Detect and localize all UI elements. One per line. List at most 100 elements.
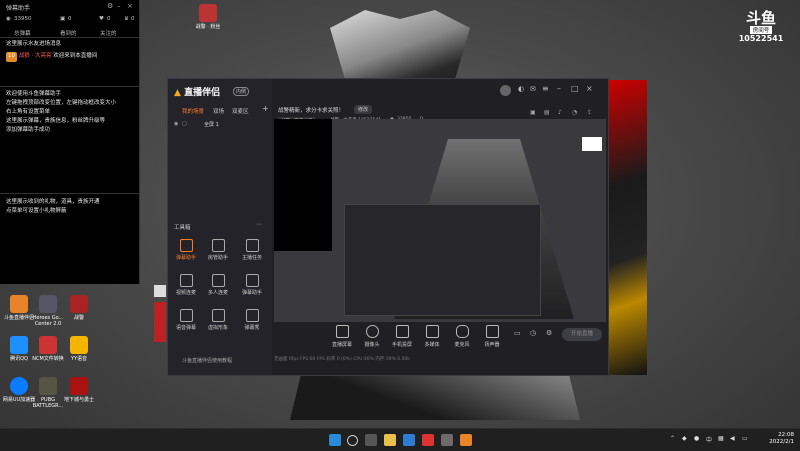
menu-icon[interactable]: ≡ xyxy=(542,84,549,93)
room-manager-icon xyxy=(211,239,225,252)
eye-icon[interactable]: ◉ xyxy=(174,121,178,127)
file-explorer-icon[interactable] xyxy=(384,434,396,446)
search-icon[interactable] xyxy=(347,435,358,446)
settings-icon[interactable]: ⚙ xyxy=(546,329,552,337)
stream-preview[interactable] xyxy=(274,119,606,322)
close-icon[interactable]: × xyxy=(586,84,593,93)
task-view-icon[interactable] xyxy=(365,434,377,446)
source-screen[interactable]: 直播屏幕 xyxy=(328,325,356,348)
list-item: 10 战狼 · 大亮亮 欢迎来到本直播间 xyxy=(6,52,97,62)
tool-virtual-avatar[interactable]: 虚拟形象 xyxy=(204,309,232,331)
settings-icon[interactable]: ⚙ xyxy=(107,2,113,10)
room-label: 房间号 xyxy=(749,26,773,34)
skin-icon[interactable]: ◐ xyxy=(518,85,524,93)
tab-seen[interactable]: 看到的 xyxy=(60,29,77,37)
side-banner xyxy=(154,302,166,342)
stat-noble: 0 xyxy=(131,16,135,22)
danmaku-user[interactable]: 战狼 · 大亮亮 xyxy=(19,53,52,59)
list-item: 添加弹幕助手成功 xyxy=(6,127,51,133)
maximize-icon[interactable]: □ xyxy=(571,84,579,93)
chevron-up-icon[interactable]: ⌃ xyxy=(670,435,675,442)
app-logo-icon: ▲ xyxy=(174,88,181,98)
system-clock[interactable]: 22:08 2022/2/1 xyxy=(769,432,794,446)
windows-start-icon[interactable] xyxy=(329,434,341,446)
tool-label: 手机投屏 xyxy=(391,342,412,348)
microphone-icon xyxy=(455,325,469,338)
edit-announcement-button[interactable]: 修改 xyxy=(354,105,373,114)
tool-label: 弹幕助手 xyxy=(175,255,196,261)
input-language[interactable]: 中 xyxy=(706,435,712,444)
desktop-icon-dnf[interactable]: 地下城与勇士 xyxy=(60,377,98,403)
danmaku-helper-panel[interactable]: 弹幕助手 ⚙ – × ◉ 33950 ▣ 0 ♥ 0 ♛ 0 总弹幕 看到的 关… xyxy=(0,0,140,284)
message-icon[interactable]: ✉ xyxy=(530,85,536,93)
close-icon[interactable]: × xyxy=(127,2,133,10)
tutorial-link[interactable]: 斗鱼直播伴侣使用教程 xyxy=(182,357,232,364)
live-companion-window[interactable]: ▲ 直播伴侣 内侧 我的场景 双场 双麦区 + ◉ ▢ 全屏 1 工具箱 ⋯ 弹… xyxy=(167,78,609,376)
source-phone-cast[interactable]: 手机投屏 xyxy=(388,325,416,348)
source-camera[interactable]: 摄像头 xyxy=(358,325,386,348)
tray-qq-icon[interactable]: ● xyxy=(694,435,699,442)
gift-icon[interactable]: ▣ xyxy=(530,109,536,116)
taskbar: ⌃ ◆ ● 中 ▦ ◀ ▭ 22:08 2022/2/1 xyxy=(0,428,800,451)
tool-streamer-tasks[interactable]: 主播任务 xyxy=(238,239,266,261)
avatar[interactable] xyxy=(500,85,511,96)
start-live-button[interactable]: 开始直播 xyxy=(562,328,602,341)
app-icon-red[interactable] xyxy=(422,434,434,446)
tool-label: 直播屏幕 xyxy=(331,342,352,348)
source-media[interactable]: 多媒体 xyxy=(418,325,446,348)
version-badge[interactable]: 内侧 xyxy=(233,87,250,96)
tab-all-danmaku[interactable]: 总弹幕 xyxy=(14,29,31,37)
app-icon-gray[interactable] xyxy=(441,434,453,446)
preview-nested-danmaku xyxy=(274,119,332,251)
tab-followed[interactable]: 关注的 xyxy=(100,29,117,37)
fan-badge: 10 xyxy=(6,52,17,62)
tool-room-manager[interactable]: 房管助手 xyxy=(204,239,232,261)
bag-icon[interactable]: ▤ xyxy=(544,109,550,116)
scene-item[interactable]: 全屏 1 xyxy=(204,121,219,128)
media-icon xyxy=(425,325,439,338)
volume-icon[interactable]: ◀ xyxy=(730,435,735,442)
uu-accelerator-icon xyxy=(10,377,28,395)
more-icon[interactable]: ⋯ xyxy=(256,221,262,228)
douyu-room-logo: 斗鱼 房间号 10522541 xyxy=(736,10,786,43)
tool-danmaku-helper[interactable]: 弹幕助手 xyxy=(172,239,200,261)
desktop-icon-yy[interactable]: YY语音 xyxy=(60,336,98,362)
viewer-icon: ◉ xyxy=(6,16,11,22)
minimize-icon[interactable]: – xyxy=(117,2,121,10)
bell-icon[interactable]: ♪ xyxy=(558,109,562,116)
tool-danmaku-helper-2[interactable]: 弹幕助手 xyxy=(238,274,266,296)
lock-icon[interactable]: ▢ xyxy=(182,121,187,127)
microphone-control[interactable]: 麦克风 xyxy=(448,325,476,348)
timer-icon[interactable]: ◷ xyxy=(530,329,536,337)
announcement-text: 战警精新，求分卡求关照！ xyxy=(278,108,345,114)
network-icon[interactable]: ▦ xyxy=(718,435,724,442)
tray-app-icon[interactable]: ◆ xyxy=(682,435,687,442)
tool-label: 扬声器 xyxy=(484,342,500,348)
speaker-control[interactable]: 扬声器 xyxy=(478,325,506,348)
yy-icon xyxy=(70,336,88,354)
danmaku-show-icon xyxy=(245,309,259,322)
stat-viewers: 33950 xyxy=(14,16,32,22)
battery-icon[interactable]: ▭ xyxy=(742,435,748,442)
tab-dual-mic[interactable]: 双麦区 xyxy=(232,107,249,115)
share-icon[interactable]: ⇪ xyxy=(587,109,592,116)
add-scene-icon[interactable]: + xyxy=(262,104,269,113)
fan-icon: ♥ xyxy=(99,16,104,22)
tool-multi-link[interactable]: 多人连麦 xyxy=(204,274,232,296)
record-icon[interactable]: ▭ xyxy=(514,329,521,337)
multi-link-icon xyxy=(211,274,225,287)
tool-danmaku-show[interactable]: 弹幕秀 xyxy=(238,309,266,331)
preview-nested-window xyxy=(344,204,541,316)
tool-voice-danmaku[interactable]: 语音弹幕 xyxy=(172,309,200,331)
tab-my-scenes[interactable]: 我的场景 xyxy=(182,107,204,115)
tab-dual[interactable]: 双场 xyxy=(213,107,224,115)
douyu-companion-taskbar-icon[interactable] xyxy=(460,434,472,446)
minimize-icon[interactable]: – xyxy=(557,84,561,93)
desktop-icon-zhanjing[interactable]: 战警 xyxy=(60,295,98,321)
desktop-icon-zhanjing-fans[interactable]: 战警 · 粉丝 xyxy=(189,4,227,30)
notification-icon[interactable] xyxy=(154,285,166,297)
edge-icon[interactable] xyxy=(403,434,415,446)
tool-video-link[interactable]: 视频连麦 xyxy=(172,274,200,296)
notice-icon[interactable]: ◔ xyxy=(572,109,577,116)
danmaku-text: 欢迎来到本直播间 xyxy=(53,53,98,59)
